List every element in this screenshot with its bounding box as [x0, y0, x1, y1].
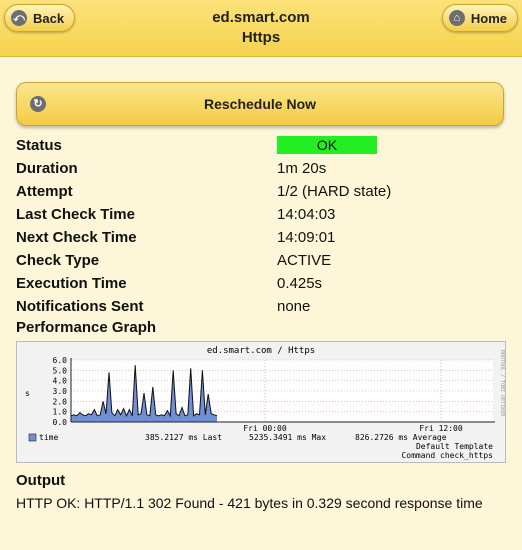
output-label: Output: [16, 472, 66, 489]
duration-value: 1m 20s: [277, 160, 327, 177]
reschedule-label: Reschedule Now: [203, 96, 317, 112]
output-text: HTTP OK: HTTP/1.1 302 Found - 421 bytes …: [16, 495, 483, 511]
detail-row-duration: Duration 1m 20s: [16, 159, 506, 182]
header-bar: ⤺ Back ed.smart.com Https ⌂ Home: [0, 0, 522, 57]
legend-series-name: time: [39, 433, 58, 442]
next-check-label: Next Check Time: [16, 229, 137, 246]
detail-row-exec-time: Execution Time 0.425s: [16, 274, 506, 297]
y-ticks: 6.05.0 4.03.02.0 1.00.0: [53, 356, 68, 427]
reschedule-button[interactable]: ↻ Reschedule Now: [16, 82, 504, 126]
x-tick-label-1: Fri 12:00: [419, 424, 463, 433]
detail-row-attempt: Attempt 1/2 (HARD state): [16, 182, 506, 205]
x-tick-label-0: Fri 00:00: [243, 424, 287, 433]
status-label: Status: [16, 137, 62, 154]
legend-average: 826.2726 ms Average: [355, 433, 447, 442]
detail-row-next-check: Next Check Time 14:09:01: [16, 228, 506, 251]
duration-label: Duration: [16, 160, 78, 177]
rrdtool-credit: RRDTOOL / TOBI OETIKER: [499, 350, 505, 417]
detail-row-check-type: Check Type ACTIVE: [16, 251, 506, 274]
graph-y-label: s: [25, 389, 30, 398]
attempt-label: Attempt: [16, 183, 73, 200]
y-tick-label-1: 5.0: [53, 366, 68, 375]
home-button[interactable]: ⌂ Home: [441, 4, 518, 32]
y-tick-label-5: 1.0: [53, 408, 68, 417]
legend-swatch: [28, 433, 37, 442]
y-tick-label-2: 4.0: [53, 377, 68, 386]
last-check-label: Last Check Time: [16, 206, 135, 223]
status-badge: OK: [277, 136, 377, 154]
check-type-label: Check Type: [16, 252, 100, 269]
exec-time-label: Execution Time: [16, 275, 127, 292]
graph-title: ed.smart.com / Https: [207, 346, 315, 356]
legend-max: 5235.3491 ms Max: [249, 433, 326, 442]
refresh-icon: ↻: [30, 96, 46, 112]
detail-row-status: Status OK: [16, 136, 506, 159]
y-tick-label-0: 6.0: [53, 356, 68, 365]
notifications-value: none: [277, 298, 311, 315]
detail-row-notifications: Notifications Sent none: [16, 297, 506, 320]
performance-graph-label: Performance Graph: [16, 319, 157, 336]
detail-row-last-check: Last Check Time 14:04:03: [16, 205, 506, 228]
y-tick-label-6: 0.0: [53, 418, 68, 427]
attempt-value: 1/2 (HARD state): [277, 183, 392, 200]
performance-graph: ed.smart.com / Https s RRDTOOL / TOBI OE…: [16, 341, 506, 463]
notifications-label: Notifications Sent: [16, 298, 144, 315]
service-name: Https: [241, 29, 281, 46]
home-icon: ⌂: [448, 10, 465, 26]
home-label: Home: [470, 10, 507, 26]
legend-last: 385.2127 ms Last: [145, 433, 222, 442]
y-tick-label-4: 2.0: [53, 397, 68, 406]
y-tick-label-3: 3.0: [53, 387, 68, 396]
graph-template-label: Default Template: [416, 442, 493, 451]
graph-command-label: Command check_https: [401, 451, 493, 460]
check-type-value: ACTIVE: [277, 252, 332, 269]
exec-time-value: 0.425s: [277, 275, 323, 292]
graph-canvas: ed.smart.com / Https s RRDTOOL / TOBI OE…: [25, 346, 505, 460]
last-check-value: 14:04:03: [277, 206, 336, 223]
next-check-value: 14:09:01: [277, 229, 336, 246]
